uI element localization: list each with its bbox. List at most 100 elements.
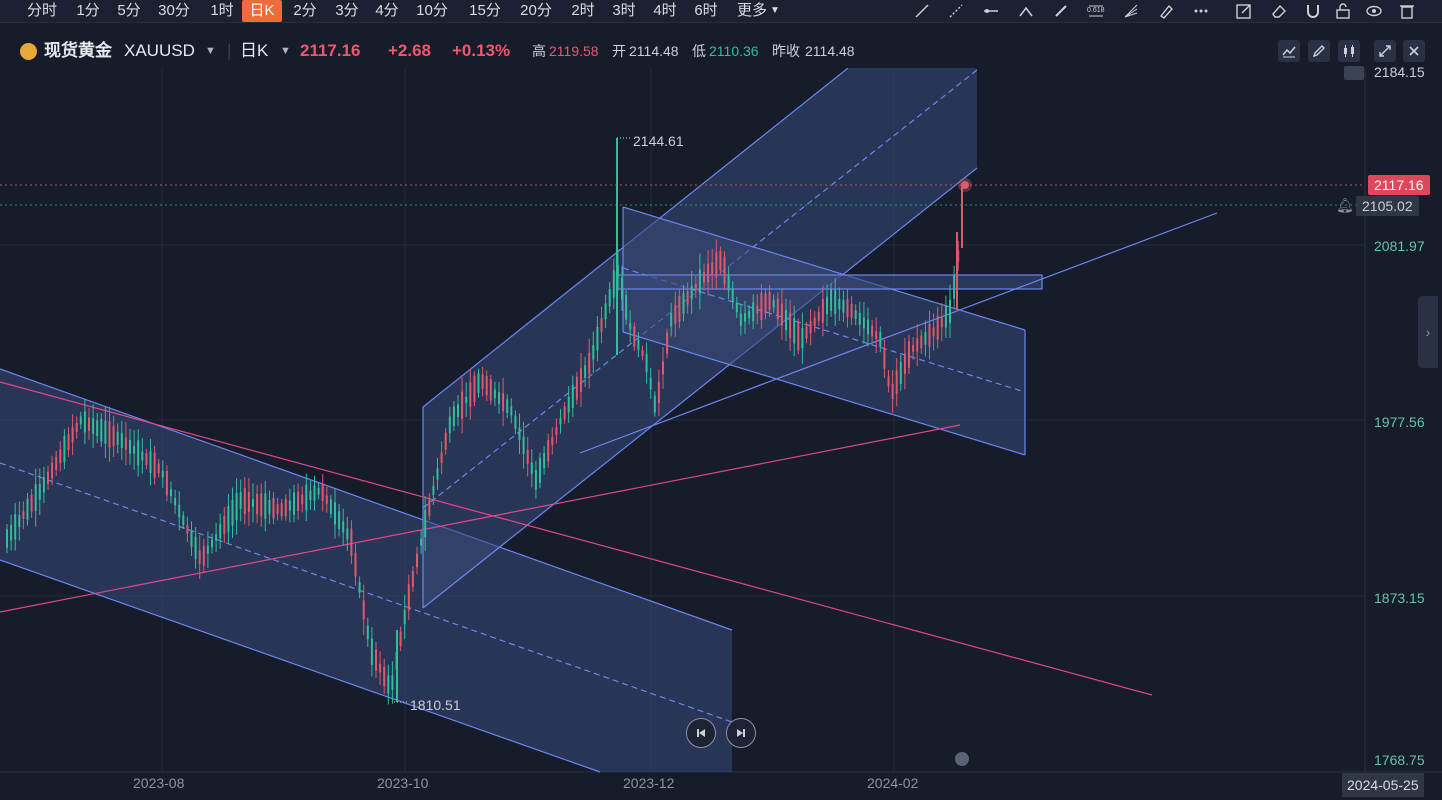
clock-icon[interactable] bbox=[955, 752, 969, 766]
horizontal-line-icon[interactable] bbox=[982, 2, 1000, 20]
candle-body bbox=[309, 490, 312, 501]
candle-body bbox=[522, 436, 525, 454]
magnet-icon[interactable] bbox=[1304, 2, 1322, 20]
candle-body bbox=[649, 377, 652, 390]
candle-body bbox=[38, 483, 41, 500]
ray-icon[interactable] bbox=[947, 2, 965, 20]
candle-body bbox=[813, 317, 816, 326]
period-tab[interactable]: 3时 bbox=[610, 0, 638, 22]
symbol-name[interactable]: 现货黄金 bbox=[44, 34, 112, 68]
candle-body bbox=[239, 491, 242, 509]
candle-body bbox=[346, 528, 349, 540]
candle-body bbox=[653, 395, 656, 413]
candle-body bbox=[186, 525, 189, 534]
period-tab[interactable]: 4分 bbox=[373, 0, 401, 22]
more-dropdown-icon[interactable]: ▼ bbox=[770, 0, 780, 22]
candle-body bbox=[420, 538, 423, 546]
candle-settings-button[interactable] bbox=[1338, 40, 1360, 62]
period-tab[interactable]: 30分 bbox=[156, 0, 192, 22]
interval-select[interactable]: 日K bbox=[240, 34, 268, 68]
period-tab[interactable]: 4时 bbox=[651, 0, 679, 22]
candle-body bbox=[809, 321, 812, 334]
candlestick-chart[interactable] bbox=[0, 68, 1442, 800]
period-tab-active[interactable]: 日K bbox=[242, 0, 282, 22]
trendline-icon[interactable] bbox=[913, 2, 931, 20]
resistance-box[interactable] bbox=[617, 274, 1043, 290]
candle-body bbox=[575, 376, 578, 400]
candle-body bbox=[690, 285, 693, 299]
fib-icon[interactable]: 0.618 bbox=[1087, 2, 1105, 20]
candle-body bbox=[707, 263, 710, 283]
candle-body bbox=[63, 435, 66, 463]
fan-icon[interactable] bbox=[1122, 2, 1140, 20]
candle-body bbox=[502, 393, 505, 411]
candle-body bbox=[817, 311, 820, 321]
interval-dropdown-icon[interactable]: ▼ bbox=[280, 34, 291, 68]
candle-body bbox=[137, 440, 140, 466]
period-tab[interactable]: 分时 bbox=[26, 0, 58, 22]
period-tab[interactable]: 15分 bbox=[467, 0, 503, 22]
period-tab[interactable]: 1分 bbox=[74, 0, 102, 22]
candle-body bbox=[379, 663, 382, 673]
period-tab[interactable]: 10分 bbox=[414, 0, 450, 22]
trash-icon[interactable] bbox=[1398, 2, 1416, 20]
bell-top-icon[interactable] bbox=[1344, 66, 1364, 80]
price-change: +2.68 bbox=[388, 41, 432, 60]
candle-body bbox=[498, 392, 500, 404]
side-panel-toggle[interactable]: › bbox=[1418, 296, 1438, 368]
period-tab[interactable]: 6时 bbox=[692, 0, 720, 22]
candle-body bbox=[580, 368, 582, 392]
period-tab[interactable]: 3分 bbox=[333, 0, 361, 22]
price-axis-label: 1977.56 bbox=[1374, 414, 1425, 430]
period-tab[interactable]: 2分 bbox=[291, 0, 319, 22]
period-tab[interactable]: 更多 bbox=[734, 0, 770, 22]
candle-body bbox=[247, 491, 250, 512]
candle-body bbox=[883, 348, 886, 369]
draw-button[interactable] bbox=[1308, 40, 1330, 62]
candle-body bbox=[678, 295, 681, 322]
more-dots-icon[interactable] bbox=[1192, 2, 1210, 20]
scroll-end-button[interactable] bbox=[726, 718, 756, 748]
price-change-pct: +0.13% bbox=[452, 41, 511, 60]
edit-icon[interactable] bbox=[1235, 2, 1253, 20]
candle-body bbox=[174, 498, 177, 506]
period-tab[interactable]: 5分 bbox=[115, 0, 143, 22]
candle-body bbox=[612, 270, 615, 298]
eye-icon[interactable] bbox=[1365, 2, 1383, 20]
candle-body bbox=[510, 406, 513, 416]
highlighter-icon[interactable] bbox=[1157, 2, 1175, 20]
segment-icon[interactable] bbox=[1017, 2, 1035, 20]
candle-body bbox=[793, 318, 796, 344]
period-tab[interactable]: 20分 bbox=[518, 0, 554, 22]
candle-body bbox=[584, 365, 587, 379]
candle-body bbox=[801, 328, 804, 349]
candle-body bbox=[457, 404, 459, 418]
pen-icon[interactable] bbox=[1052, 2, 1070, 20]
symbol-dropdown-icon[interactable]: ▼ bbox=[205, 34, 216, 68]
scroll-start-button[interactable] bbox=[686, 718, 716, 748]
symbol-code[interactable]: XAUUSD bbox=[124, 34, 195, 68]
candle-body bbox=[272, 497, 275, 519]
fullscreen-button[interactable] bbox=[1374, 40, 1396, 62]
bell-icon[interactable]: 🔔︎ bbox=[1336, 197, 1354, 214]
divider: | bbox=[227, 41, 232, 60]
candle-body bbox=[276, 504, 279, 515]
close-button[interactable] bbox=[1403, 40, 1425, 62]
price-axis-label: 1768.75 bbox=[1374, 752, 1425, 768]
period-tab[interactable]: 2时 bbox=[569, 0, 597, 22]
candle-body bbox=[596, 326, 599, 351]
candle-body bbox=[477, 373, 480, 394]
gold-coin-icon bbox=[20, 43, 37, 60]
candle-body bbox=[399, 631, 402, 647]
chart-type-button[interactable] bbox=[1278, 40, 1300, 62]
candle-body bbox=[657, 381, 660, 404]
candle-body bbox=[26, 498, 29, 520]
period-tab[interactable]: 1时 bbox=[208, 0, 236, 22]
candle-body bbox=[920, 335, 923, 348]
candle-body bbox=[871, 325, 874, 337]
candle-body bbox=[645, 353, 648, 373]
lock-icon[interactable] bbox=[1334, 2, 1352, 20]
candle-body bbox=[924, 332, 927, 345]
eraser-icon[interactable] bbox=[1270, 2, 1288, 20]
alert-price-tag[interactable]: 2105.02 bbox=[1356, 196, 1419, 216]
